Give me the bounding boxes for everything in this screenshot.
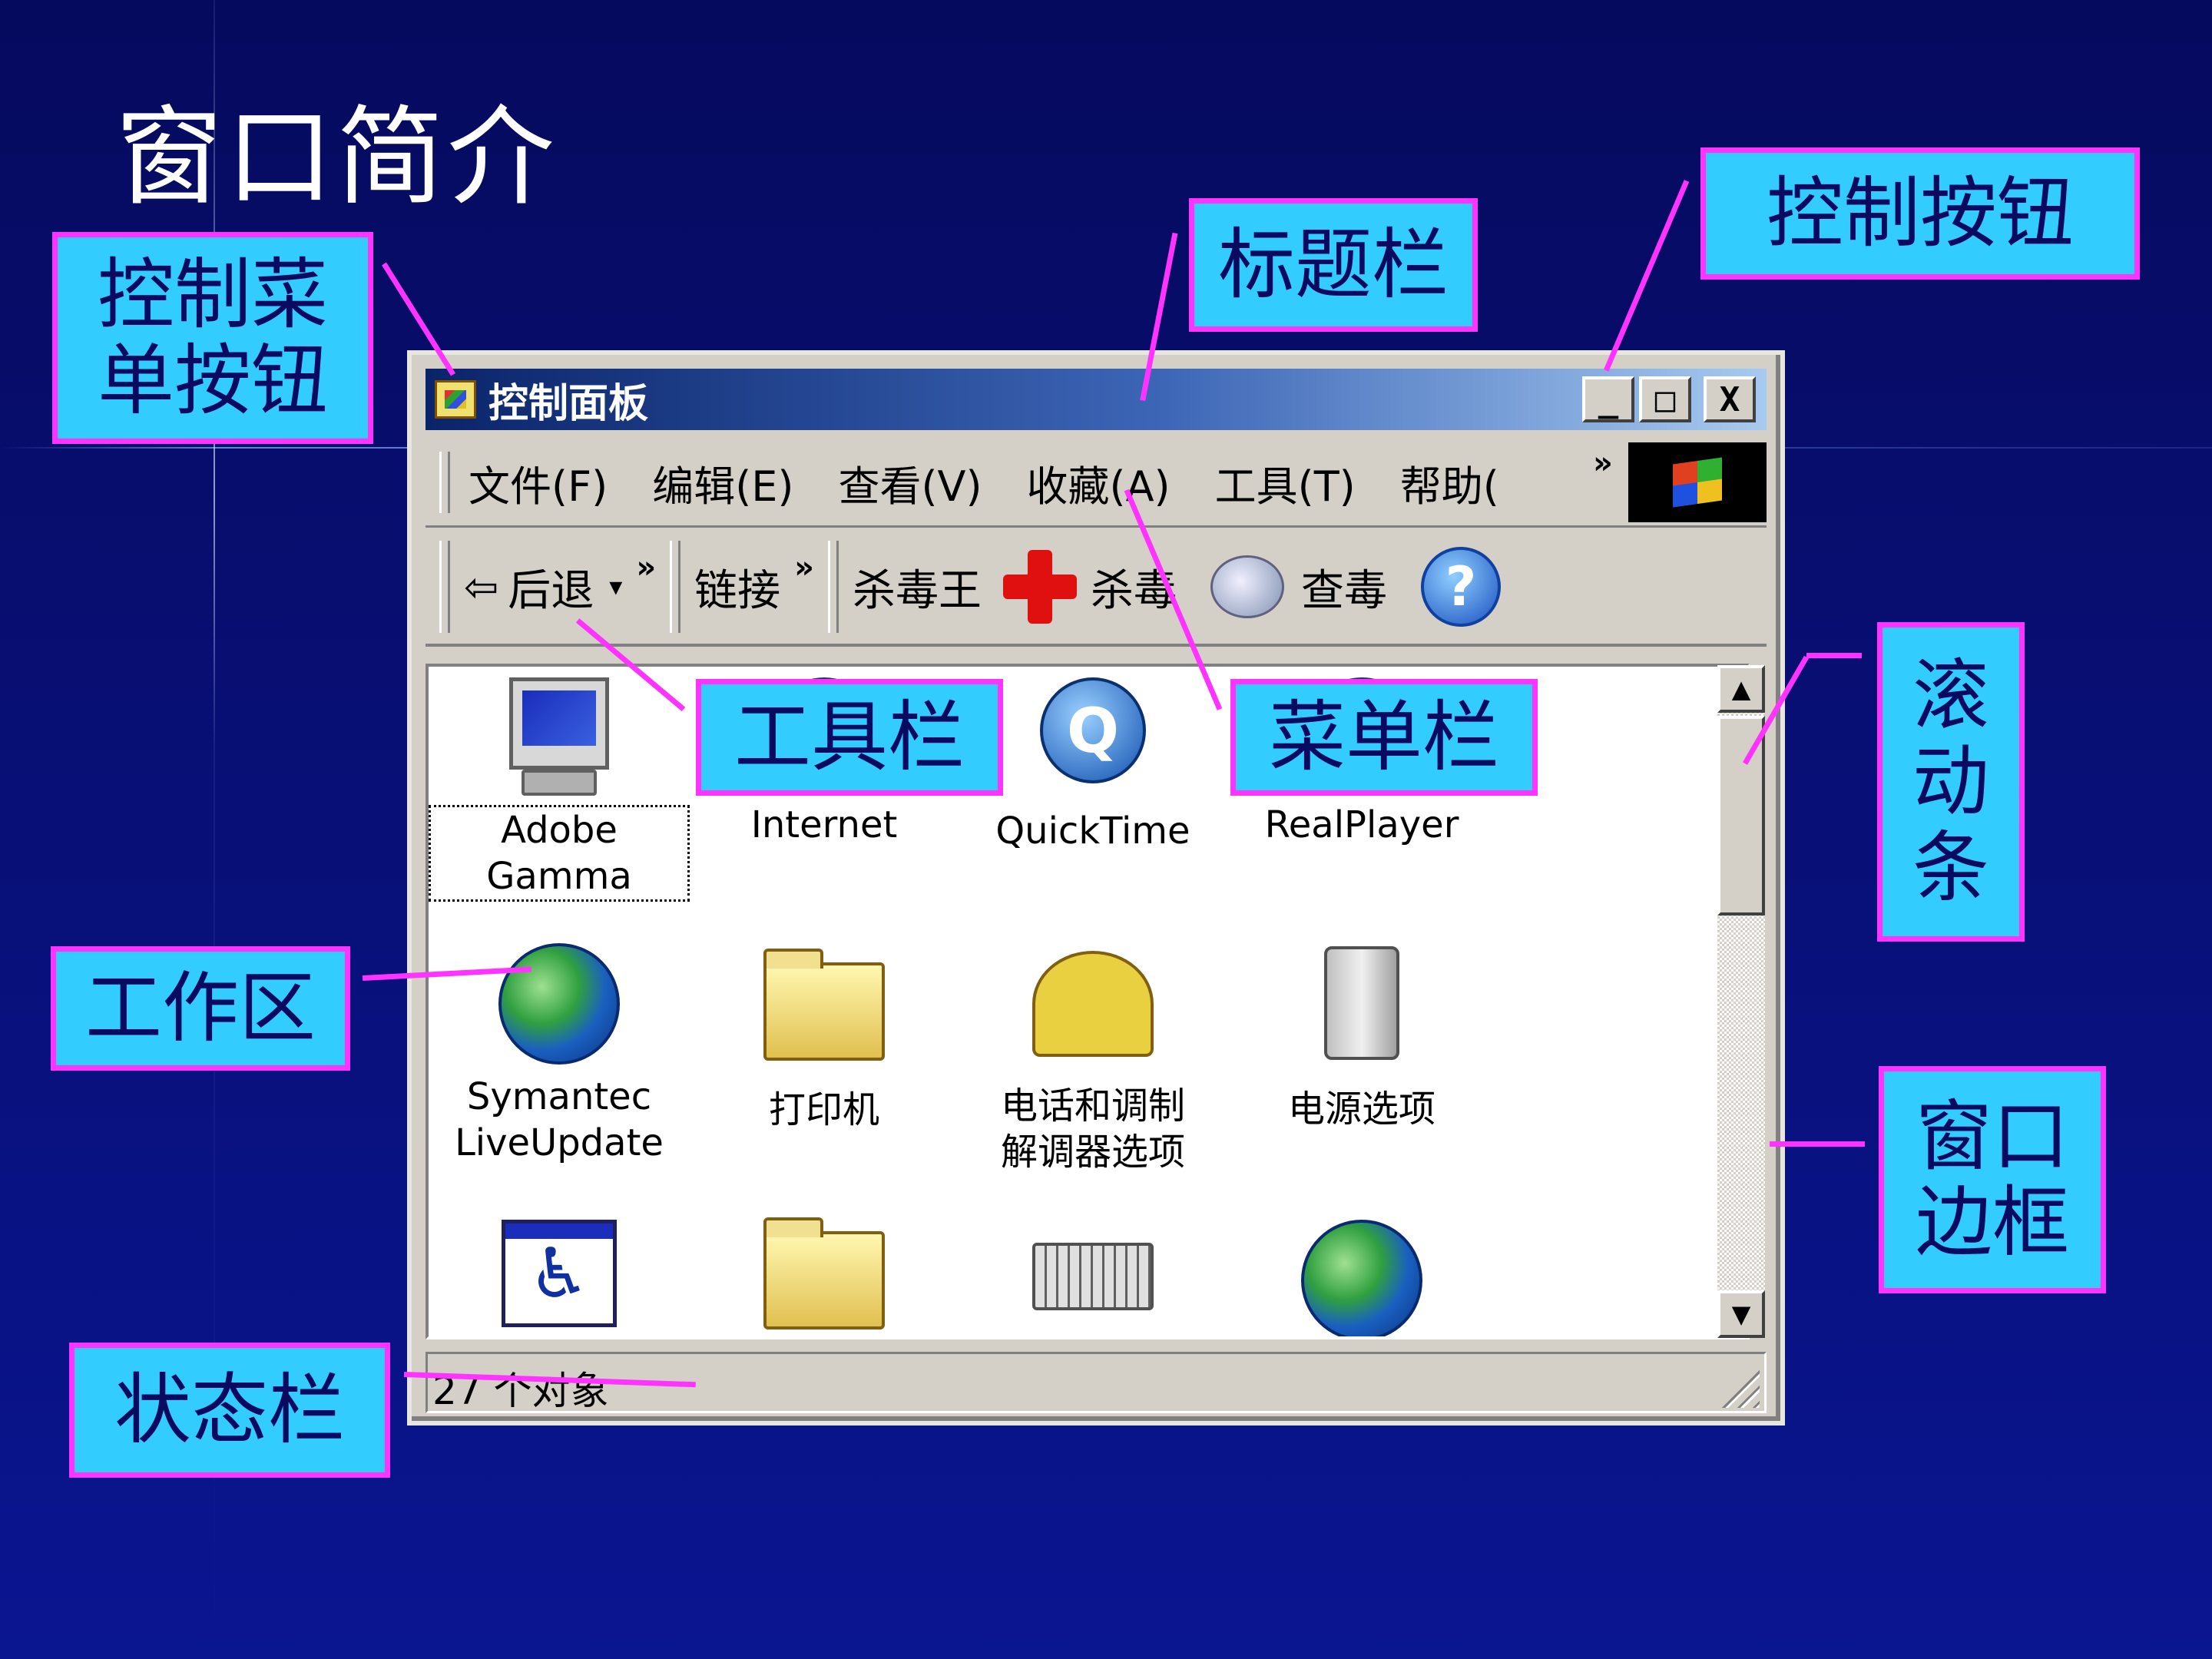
leader-control-buttons: [1604, 180, 1690, 372]
scroll-bar[interactable]: ▲ ▼: [1717, 665, 1765, 1338]
magnifier-icon[interactable]: [1210, 555, 1285, 618]
title-bar[interactable]: 控制面板 _ □ X: [426, 369, 1767, 430]
toolbar-grip[interactable]: [439, 541, 450, 633]
back-dropdown-icon[interactable]: ▾: [609, 571, 622, 602]
control-menu-icon[interactable]: [435, 380, 476, 419]
menu-help[interactable]: 帮助(: [1400, 452, 1499, 513]
item-label: Internet: [750, 803, 898, 846]
admin-tools-folder-icon: [763, 1217, 885, 1330]
list-item[interactable]: 电话和调制 解调器选项: [962, 951, 1224, 1175]
windows-flag-icon: [1673, 457, 1722, 508]
list-item[interactable]: Symantec LiveUpdate: [429, 943, 690, 1166]
links-chevron[interactable]: »: [794, 550, 814, 585]
menu-file[interactable]: 文件(F): [469, 452, 608, 513]
item-label: 电话和调制 解调器选项: [1000, 1084, 1185, 1174]
list-item[interactable]: 电源选项: [1231, 946, 1492, 1132]
menu-tools[interactable]: 工具(T): [1215, 452, 1356, 513]
label-status-bar: 状态栏: [69, 1343, 390, 1478]
toolbar-chevron[interactable]: »: [636, 550, 656, 585]
toolbar-separator: [828, 541, 839, 633]
list-item[interactable]: [962, 1220, 1224, 1310]
menu-favorites[interactable]: 收藏(A): [1027, 452, 1171, 513]
item-label: 电源选项: [1287, 1088, 1435, 1131]
label-menu-bar: 菜单栏: [1230, 679, 1538, 796]
menu-grip[interactable]: [439, 452, 450, 513]
list-item[interactable]: Adobe Gamma: [429, 677, 690, 902]
accessibility-icon: ♿: [502, 1220, 617, 1327]
toolbar-separator: [670, 541, 681, 633]
keyboard-icon: [1032, 1243, 1154, 1310]
label-work-area: 工作区: [51, 946, 350, 1071]
status-text: 27 个对象: [432, 1369, 609, 1413]
monitor-icon: [509, 677, 609, 796]
label-control-menu-button: 控制菜单按钮: [52, 232, 373, 444]
list-item[interactable]: [1231, 1220, 1492, 1336]
power-plug-icon: [1324, 946, 1399, 1060]
minimize-button[interactable]: _: [1582, 376, 1634, 422]
maximize-button[interactable]: □: [1639, 376, 1691, 422]
item-label: RealPlayer: [1264, 803, 1459, 846]
window-title: 控制面板: [488, 380, 649, 427]
menu-chevron[interactable]: »: [1593, 445, 1613, 481]
telephone-icon: [1032, 951, 1154, 1057]
scroll-up-button[interactable]: ▲: [1717, 665, 1765, 713]
close-button[interactable]: X: [1704, 376, 1756, 422]
red-cross-icon[interactable]: [1003, 550, 1078, 624]
links-button[interactable]: 链接: [694, 556, 780, 618]
item-label: 打印机: [768, 1088, 879, 1131]
windows-logo: [1628, 442, 1767, 522]
control-buttons: _ □ X: [1582, 376, 1756, 422]
help-icon[interactable]: ?: [1421, 547, 1502, 627]
check-virus-button[interactable]: 查毒: [1301, 556, 1387, 618]
slide-title: 窗口简介: [115, 95, 558, 220]
list-item[interactable]: 打印机: [694, 949, 955, 1133]
kill-virus-button[interactable]: 杀毒: [1091, 556, 1177, 618]
work-area[interactable]: Adobe Gamma Internet Q QuickTime RealPla…: [426, 664, 1750, 1339]
label-window-border: 窗口边框: [1879, 1066, 2106, 1293]
list-item[interactable]: ♿: [429, 1220, 690, 1327]
menu-view[interactable]: 查看(V): [838, 452, 982, 513]
list-item[interactable]: [694, 1217, 955, 1330]
label-title-bar: 标题栏: [1189, 198, 1478, 332]
leader-scroll-bar-a: [1806, 653, 1862, 658]
scroll-down-button[interactable]: ▼: [1717, 1290, 1765, 1338]
back-button[interactable]: 后退: [508, 556, 594, 618]
menu-bar: 文件(F) 编辑(E) 查看(V) 收藏(A) 工具(T) 帮助( »: [426, 439, 1767, 528]
antivirus-button[interactable]: 杀毒王: [853, 556, 982, 618]
label-control-buttons: 控制按钮: [1700, 147, 2140, 280]
printer-folder-icon: [763, 949, 885, 1061]
label-toolbar: 工具栏: [696, 679, 1003, 796]
item-label: Symantec LiveUpdate: [455, 1075, 664, 1164]
resize-grip-icon[interactable]: [1721, 1369, 1760, 1408]
label-scroll-bar: 滚动条: [1877, 622, 2025, 942]
toolbar: ⇦ 后退 ▾ » 链接 » 杀毒王 杀毒 查毒 ?: [426, 530, 1767, 647]
globe-icon: [498, 943, 620, 1065]
back-arrow-icon[interactable]: ⇦: [464, 563, 498, 611]
menu-edit[interactable]: 编辑(E): [652, 452, 793, 513]
item-label: Adobe Gamma: [429, 805, 690, 902]
globe-icon: [1301, 1220, 1422, 1336]
leader-window-border: [1770, 1141, 1865, 1147]
quicktime-icon: Q: [1040, 677, 1146, 783]
control-panel-window[interactable]: 控制面板 _ □ X 文件(F) 编辑(E) 查看(V) 收藏(A) 工具(T)…: [407, 350, 1785, 1426]
item-label: QuickTime: [995, 810, 1190, 853]
